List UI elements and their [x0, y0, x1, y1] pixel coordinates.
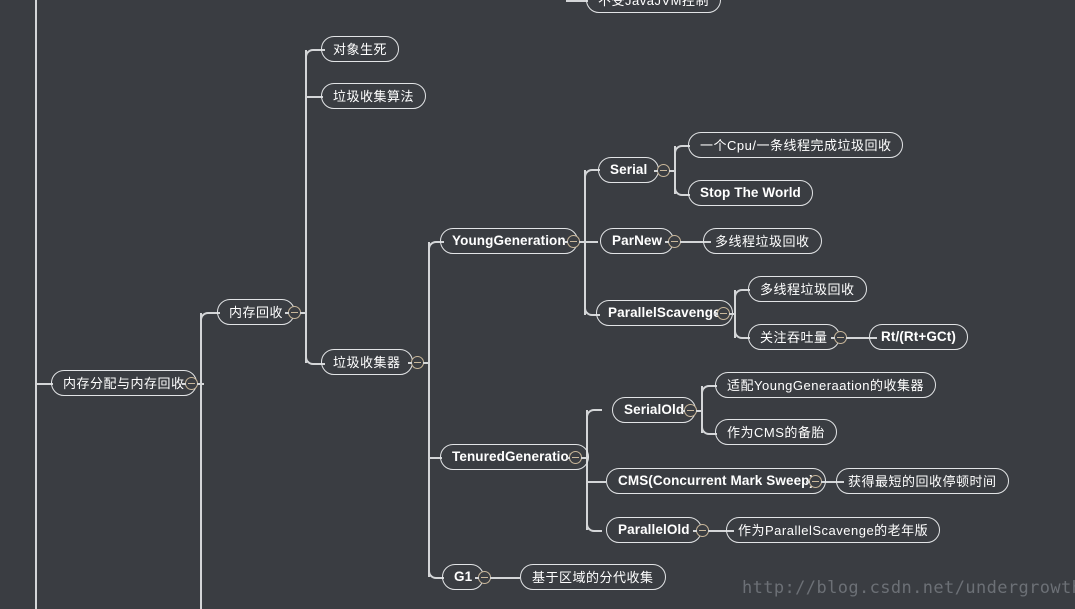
toggle-stub-left	[475, 576, 479, 579]
toggle-serial[interactable]	[654, 164, 673, 177]
toggle-serial-old[interactable]	[681, 404, 700, 417]
toggle-stub-left	[408, 361, 412, 364]
connector-parallelold-elbow	[586, 522, 602, 532]
connector-root-trunk	[35, 0, 37, 609]
node-serial-child-1[interactable]: 一个Cpu/一条线程完成垃圾回收	[688, 132, 904, 158]
node-memory-recycle[interactable]: 内存回收	[217, 299, 296, 325]
toggle-stub-right	[708, 529, 712, 532]
node-parallel-old-child-1[interactable]: 作为ParallelScavenge的老年版	[726, 517, 941, 543]
watermark-url: http://blog.csdn.net/undergrowth	[742, 578, 1075, 598]
node-ps-child-1[interactable]: 多线程垃圾回收	[748, 276, 867, 302]
node-gc-algorithm[interactable]: 垃圾收集算法	[321, 83, 427, 109]
connector-not-controlled-stub	[566, 0, 588, 2]
node-not-controlled[interactable]: 不受JavaJVM控制	[586, 0, 721, 13]
connector-tg-spine	[586, 410, 588, 530]
toggle-stub-right	[490, 576, 494, 579]
node-ps-child-2-child-1[interactable]: Rt/(Rt+GCt)	[869, 324, 968, 350]
node-parallel-scavenge[interactable]: ParallelScavenge	[596, 300, 733, 326]
toggle-cms[interactable]	[806, 475, 825, 488]
toggle-stub-right	[821, 480, 825, 483]
toggle-stub-right	[729, 312, 733, 315]
node-gc-collector[interactable]: 垃圾收集器	[321, 349, 413, 375]
node-parnew[interactable]: ParNew	[600, 228, 675, 254]
node-g1-child-1[interactable]: 基于区域的分代收集	[520, 564, 666, 590]
toggle-root[interactable]	[182, 377, 201, 390]
connector-level1-spine	[200, 313, 202, 609]
node-serial-child-2[interactable]: Stop The World	[688, 180, 813, 206]
toggle-stub-left	[806, 480, 810, 483]
toggle-stub-right	[579, 240, 583, 243]
toggle-ps-child-2[interactable]	[831, 331, 850, 344]
node-cms[interactable]: CMS(Concurrent Mark Sweep)	[606, 468, 827, 494]
node-parnew-child-1[interactable]: 多线程垃圾回收	[703, 228, 822, 254]
toggle-stub-right	[423, 361, 427, 364]
node-young-generation[interactable]: YoungGeneration	[440, 228, 578, 254]
toggle-memory-recycle[interactable]	[285, 306, 304, 319]
node-serial-old-child-2[interactable]: 作为CMS的备胎	[715, 419, 837, 445]
node-cms-child-1[interactable]: 获得最短的回收停顿时间	[836, 468, 1009, 494]
toggle-stub-left	[182, 382, 186, 385]
connector-serialold-elbow	[586, 409, 602, 419]
toggle-g1[interactable]	[475, 571, 494, 584]
toggle-tenured-generation[interactable]	[566, 451, 585, 464]
toggle-stub-left	[681, 409, 685, 412]
node-root[interactable]: 内存分配与内存回收	[51, 370, 197, 396]
toggle-stub-right	[300, 311, 304, 314]
node-object-life-death[interactable]: 对象生死	[321, 36, 400, 62]
toggle-parallel-old[interactable]	[693, 524, 712, 537]
toggle-young-generation[interactable]	[564, 235, 583, 248]
toggle-gc-collector[interactable]	[408, 356, 427, 369]
toggle-stub-right	[581, 456, 585, 459]
toggle-stub-left	[654, 169, 658, 172]
toggle-stub-left	[285, 311, 289, 314]
toggle-parallel-scavenge[interactable]	[714, 307, 733, 320]
toggle-stub-right	[669, 169, 673, 172]
toggle-parnew[interactable]	[665, 235, 684, 248]
toggle-stub-left	[665, 240, 669, 243]
toggle-stub-left	[566, 456, 570, 459]
node-serial-old-child-1[interactable]: 适配YoungGeneraation的收集器	[715, 372, 936, 398]
node-parallel-old[interactable]: ParallelOld	[606, 517, 702, 543]
toggle-stub-left	[564, 240, 568, 243]
connector-level3-spine	[428, 242, 430, 577]
toggle-stub-right	[696, 409, 700, 412]
mindmap-canvas: 内存分配与内存回收 内存回收 对象生死 垃圾收集算法 垃圾收集器 不受JavaJ…	[0, 0, 1075, 609]
toggle-stub-right	[680, 240, 684, 243]
toggle-stub-left	[714, 312, 718, 315]
toggle-stub-left	[831, 336, 835, 339]
toggle-stub-right	[197, 382, 201, 385]
connector-parnew-line	[584, 241, 598, 243]
node-ps-child-2[interactable]: 关注吞吐量	[748, 324, 840, 350]
toggle-stub-left	[693, 529, 697, 532]
toggle-stub-right	[846, 336, 850, 339]
node-serial[interactable]: Serial	[598, 157, 660, 183]
connector-cms-line	[586, 481, 606, 483]
